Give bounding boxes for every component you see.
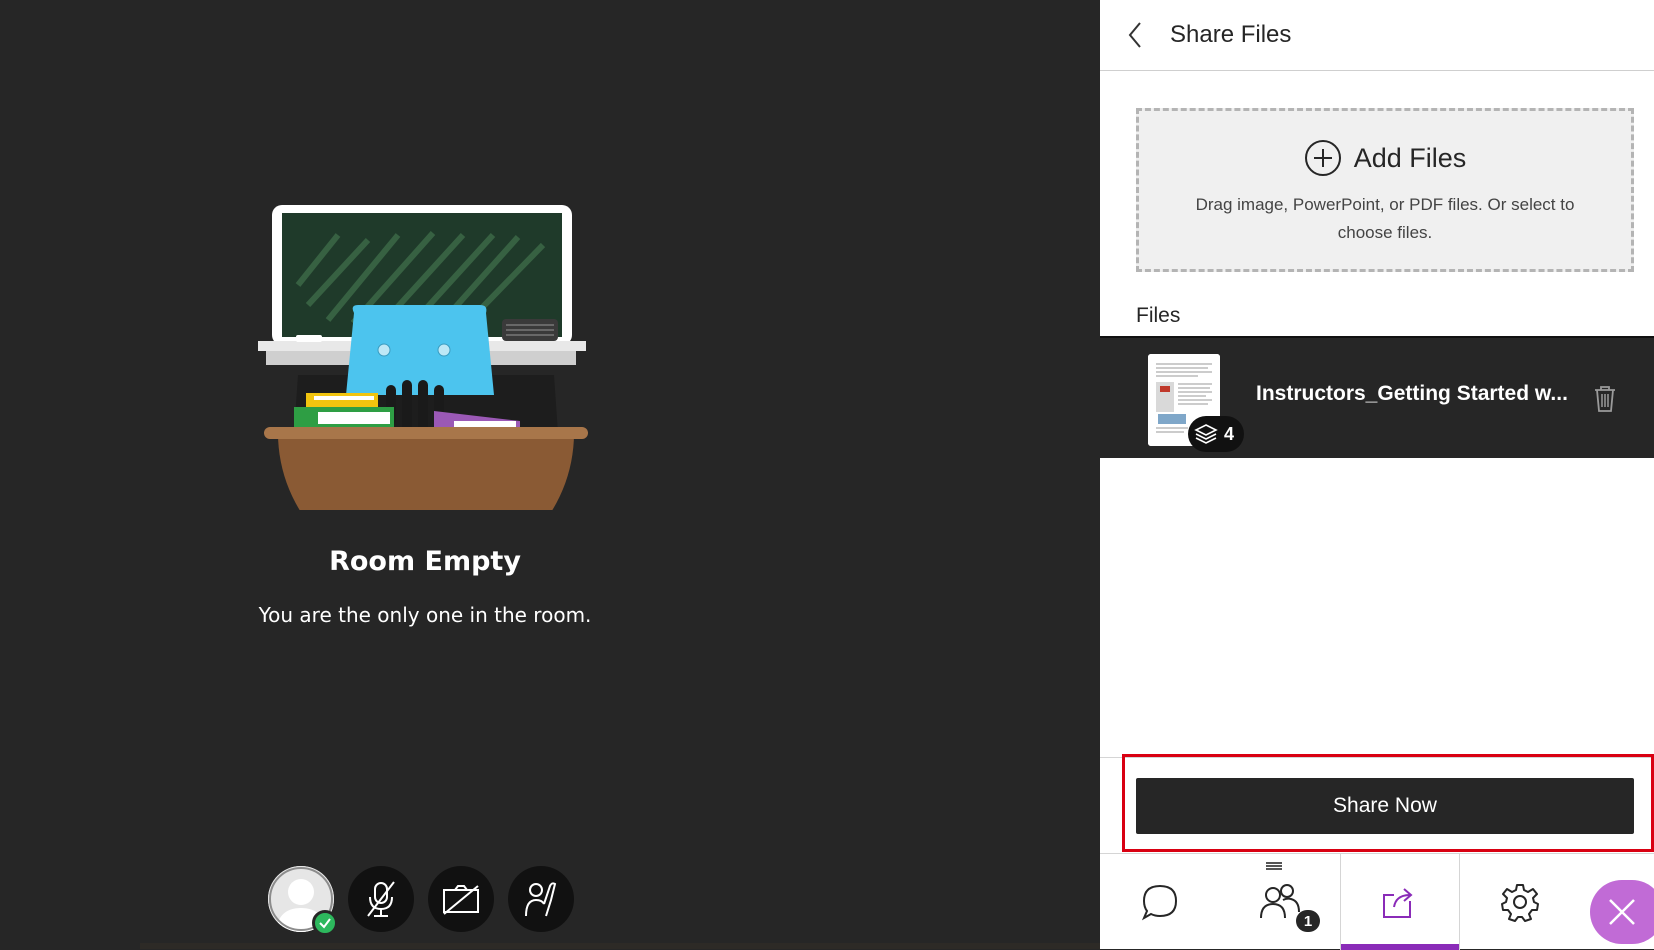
chevron-left-icon	[1128, 22, 1141, 48]
empty-room-illustration	[258, 205, 594, 581]
layers-icon	[1194, 424, 1218, 444]
drop-hint: Drag image, PowerPoint, or PDF files. Or…	[1195, 195, 1575, 242]
tab-settings[interactable]	[1460, 854, 1580, 950]
camera-off-icon	[443, 885, 479, 915]
raise-hand-button[interactable]	[508, 866, 574, 932]
trash-icon	[1595, 386, 1615, 412]
tab-attendees[interactable]: 1	[1220, 854, 1340, 950]
page-count: 4	[1224, 423, 1235, 444]
microphone-button[interactable]	[348, 866, 414, 932]
file-name: Instructors_Getting Started w...	[1256, 382, 1568, 405]
my-status-button[interactable]	[268, 866, 338, 936]
attendee-count-badge: 1	[1296, 910, 1320, 932]
panel-title: Share Files	[1170, 21, 1292, 48]
back-button[interactable]	[1100, 0, 1170, 71]
session-controls	[268, 866, 574, 936]
file-list-item[interactable]: 4 Instructors_Getting Started w...	[1100, 336, 1654, 458]
room-empty-subtitle: You are the only one in the room.	[258, 603, 592, 627]
close-icon	[1609, 899, 1635, 925]
add-circle-icon	[1304, 140, 1341, 176]
drag-handle-icon[interactable]	[1266, 862, 1282, 870]
people-icon	[1260, 884, 1300, 919]
share-content-icon	[1383, 888, 1413, 918]
close-panel-button[interactable]	[1590, 880, 1654, 944]
active-tab-indicator	[1341, 944, 1459, 950]
session-stage: Room Empty You are the only one in the r…	[0, 0, 1100, 949]
share-now-button[interactable]: Share Now	[1136, 778, 1634, 834]
file-dropzone[interactable]: Add Files Drag image, PowerPoint, or PDF…	[1136, 108, 1634, 272]
tab-chat[interactable]	[1100, 854, 1220, 950]
share-files-panel: Share Files Add Files Drag image, PowerP…	[1100, 0, 1654, 950]
gear-icon	[1501, 884, 1539, 922]
camera-button[interactable]	[428, 866, 494, 932]
available-status-icon	[312, 910, 338, 936]
files-heading: Files	[1136, 304, 1181, 327]
microphone-muted-icon	[367, 881, 395, 917]
add-files-button[interactable]: Add Files	[1139, 139, 1631, 177]
video-strip	[140, 943, 1100, 949]
add-files-label: Add Files	[1353, 142, 1467, 173]
chat-icon	[1141, 884, 1178, 921]
room-empty-title: Room Empty	[329, 546, 521, 577]
panel-header: Share Files	[1100, 0, 1654, 71]
tab-share-content[interactable]	[1340, 854, 1460, 950]
panel-tabbar: 1	[1100, 853, 1654, 950]
raise-hand-icon	[525, 882, 557, 917]
page-count-badge: 4	[1188, 416, 1245, 452]
delete-file-button[interactable]	[1590, 382, 1620, 416]
